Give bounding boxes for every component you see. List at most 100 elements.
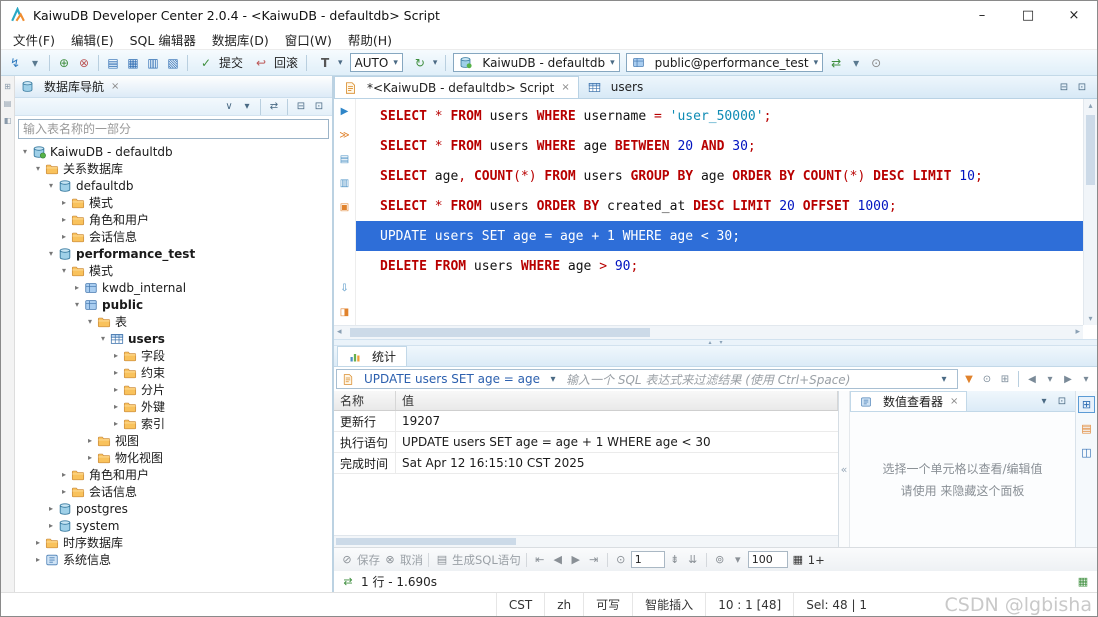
scroll-right-icon[interactable]: ▸	[1075, 327, 1080, 337]
tree-chevron-icon[interactable]: ▸	[58, 487, 70, 496]
tree-node[interactable]: ▸ 约束	[15, 364, 332, 381]
history-forward-icon[interactable]: ▶	[1060, 371, 1076, 387]
sql-line[interactable]: DELETE FROM users WHERE age > 90;	[356, 251, 1083, 281]
scroll-down-icon[interactable]: ▾	[1084, 314, 1097, 323]
scroll-left-icon[interactable]: ◂	[337, 327, 342, 337]
generate-sql-button[interactable]: 生成SQL语句	[452, 552, 521, 568]
value-viewer-close-icon[interactable]: ×	[950, 396, 958, 407]
link-with-editor-icon[interactable]: ⇄	[266, 99, 282, 115]
grid-settings-button[interactable]: ⊚	[712, 552, 728, 568]
grid-cell-name[interactable]: 更新行	[334, 411, 396, 431]
expand-panel-handle[interactable]: «	[839, 391, 850, 547]
tree-node[interactable]: ▸ 角色和用户	[15, 211, 332, 228]
tree-chevron-icon[interactable]: ▸	[110, 368, 122, 377]
tree-node[interactable]: ▸ 字段	[15, 347, 332, 364]
sql-line[interactable]: SELECT age, COUNT (*) FROM users GROUP BY…	[356, 161, 1083, 191]
restore-panel-icon[interactable]: ⊞	[3, 81, 13, 91]
view-dropdown-icon[interactable]: ▾	[239, 99, 255, 115]
tree-chevron-icon[interactable]: ▸	[84, 436, 96, 445]
sql-editor[interactable]: SELECT * FROM users WHERE username = 'us…	[356, 99, 1083, 325]
tree-node[interactable]: ▸ system	[15, 517, 332, 534]
tree-chevron-icon[interactable]: ▾	[71, 300, 83, 309]
edit-hscrollbar[interactable]: ◂ ▸	[334, 325, 1083, 339]
tree-node[interactable]: ▾ 关系数据库	[15, 160, 332, 177]
next-row-button[interactable]: ▶	[568, 552, 584, 568]
sync-dropdown-icon[interactable]: ▾	[847, 54, 865, 72]
panel-toggle-icon[interactable]: ◨	[337, 305, 352, 320]
grid-cell-value[interactable]: 19207	[396, 414, 446, 428]
tree-chevron-icon[interactable]: ▸	[110, 419, 122, 428]
apply-filter-icon[interactable]: ▼	[961, 371, 977, 387]
grid-cell-value[interactable]: UPDATE users SET age = age + 1 WHERE age…	[396, 435, 717, 449]
sql-line[interactable]: SELECT * FROM users WHERE age BETWEEN 20…	[356, 131, 1083, 161]
tree-chevron-icon[interactable]: ▾	[45, 249, 57, 258]
plug-connect-icon[interactable]: ↯	[6, 54, 24, 72]
tree-chevron-icon[interactable]: ▸	[32, 555, 44, 564]
maximize-view-icon[interactable]: ⊡	[311, 99, 327, 115]
tree-node[interactable]: ▾ 模式	[15, 262, 332, 279]
tree-node[interactable]: ▸ kwdb_internal	[15, 279, 332, 296]
tree-chevron-icon[interactable]: ▸	[110, 402, 122, 411]
navigator-close-icon[interactable]: ×	[111, 81, 119, 92]
tree-node[interactable]: ▾ KaiwuDB - defaultdb	[15, 143, 332, 160]
open-sql-editor-icon[interactable]: ▤	[104, 54, 122, 72]
menu-item[interactable]: SQL 编辑器	[122, 28, 204, 51]
menu-item[interactable]: 文件(F)	[5, 28, 63, 51]
query-dropdown-icon[interactable]: ▾	[545, 371, 561, 387]
grid-settings-dropdown-icon[interactable]: ▾	[730, 552, 746, 568]
tree-chevron-icon[interactable]: ▸	[84, 453, 96, 462]
menu-item[interactable]: 窗口(W)	[277, 28, 340, 51]
tree-chevron-icon[interactable]: ▸	[71, 283, 83, 292]
grid-cell-value[interactable]: Sat Apr 12 16:15:10 CST 2025	[396, 456, 591, 470]
tree-chevron-icon[interactable]: ▸	[45, 504, 57, 513]
view-menu-icon[interactable]: ∨	[221, 99, 237, 115]
last-row-button[interactable]: ⇥	[586, 552, 602, 568]
shortcut-nav-icon[interactable]: ◧	[3, 115, 13, 125]
pin-connection-icon[interactable]: ⊙	[867, 54, 885, 72]
maximize-editor-icon[interactable]: ⊡	[1074, 79, 1090, 95]
filter-input-box[interactable]: UPDATE users SET age = age ▾ 输入一个 SQL 表达…	[336, 369, 958, 389]
table-filter-input[interactable]	[19, 122, 328, 136]
panel-splitter[interactable]: ▴ ▾	[334, 339, 1097, 346]
scroll-lock-icon[interactable]: ⇩	[337, 281, 352, 296]
grid-cell-name[interactable]: 完成时间	[334, 453, 396, 473]
grid-row[interactable]: 完成时间 Sat Apr 12 16:15:10 CST 2025	[334, 453, 838, 474]
minimize-view-icon[interactable]: ⊟	[293, 99, 309, 115]
tree-node[interactable]: ▸ 物化视图	[15, 449, 332, 466]
prev-row-button[interactable]: ◀	[550, 552, 566, 568]
tree-node[interactable]: ▸ 系统信息	[15, 551, 332, 568]
tree-chevron-icon[interactable]: ▸	[58, 215, 70, 224]
transaction-mode-button[interactable]: T ▾	[311, 53, 347, 73]
tree-node[interactable]: ▸ 分片	[15, 381, 332, 398]
tree-node[interactable]: ▸ 会话信息	[15, 483, 332, 500]
tree-node[interactable]: ▸ postgres	[15, 500, 332, 517]
new-sql-editor-icon[interactable]: ▦	[124, 54, 142, 72]
tree-node[interactable]: ▾ public	[15, 296, 332, 313]
browse-view-icon[interactable]: ◫	[1078, 444, 1095, 461]
tree-node[interactable]: ▸ 模式	[15, 194, 332, 211]
hscroll-thumb[interactable]	[350, 328, 650, 337]
splitter-up-icon[interactable]: ▴	[708, 339, 711, 346]
sql-line[interactable]: UPDATE users SET age = age + 1 WHERE age…	[356, 221, 1083, 251]
tab-sql-script[interactable]: *<KaiwuDB - defaultdb> Script ×	[334, 76, 579, 98]
tree-node[interactable]: ▾ users	[15, 330, 332, 347]
output-console-icon[interactable]: ▣	[337, 200, 352, 215]
text-view-icon[interactable]: ▤	[1078, 420, 1095, 437]
navigator-tab[interactable]: 数据库导航 ×	[15, 76, 332, 98]
tab-statistics[interactable]: 统计	[337, 346, 408, 366]
auto-commit-combo[interactable]: AUTO ▾	[349, 53, 403, 72]
tree-node[interactable]: ▸ 外键	[15, 398, 332, 415]
new-connection-icon[interactable]: ⊕	[55, 54, 73, 72]
menu-item[interactable]: 数据库(D)	[204, 28, 277, 51]
tree-chevron-icon[interactable]: ▾	[97, 334, 109, 343]
explain-plan-icon[interactable]: ▤	[337, 152, 352, 167]
fetch-page-button[interactable]: ⇟	[667, 552, 683, 568]
refresh-button[interactable]: ↻ ▾	[406, 53, 442, 73]
splitter-down-icon[interactable]: ▾	[720, 339, 723, 346]
history-back-dropdown-icon[interactable]: ▾	[1042, 371, 1058, 387]
tree-chevron-icon[interactable]: ▸	[32, 538, 44, 547]
tree-node[interactable]: ▸ 视图	[15, 432, 332, 449]
close-button[interactable]: ×	[1051, 1, 1097, 29]
history-back-icon[interactable]: ◀	[1024, 371, 1040, 387]
execute-statement-icon[interactable]: ▶	[337, 104, 352, 119]
